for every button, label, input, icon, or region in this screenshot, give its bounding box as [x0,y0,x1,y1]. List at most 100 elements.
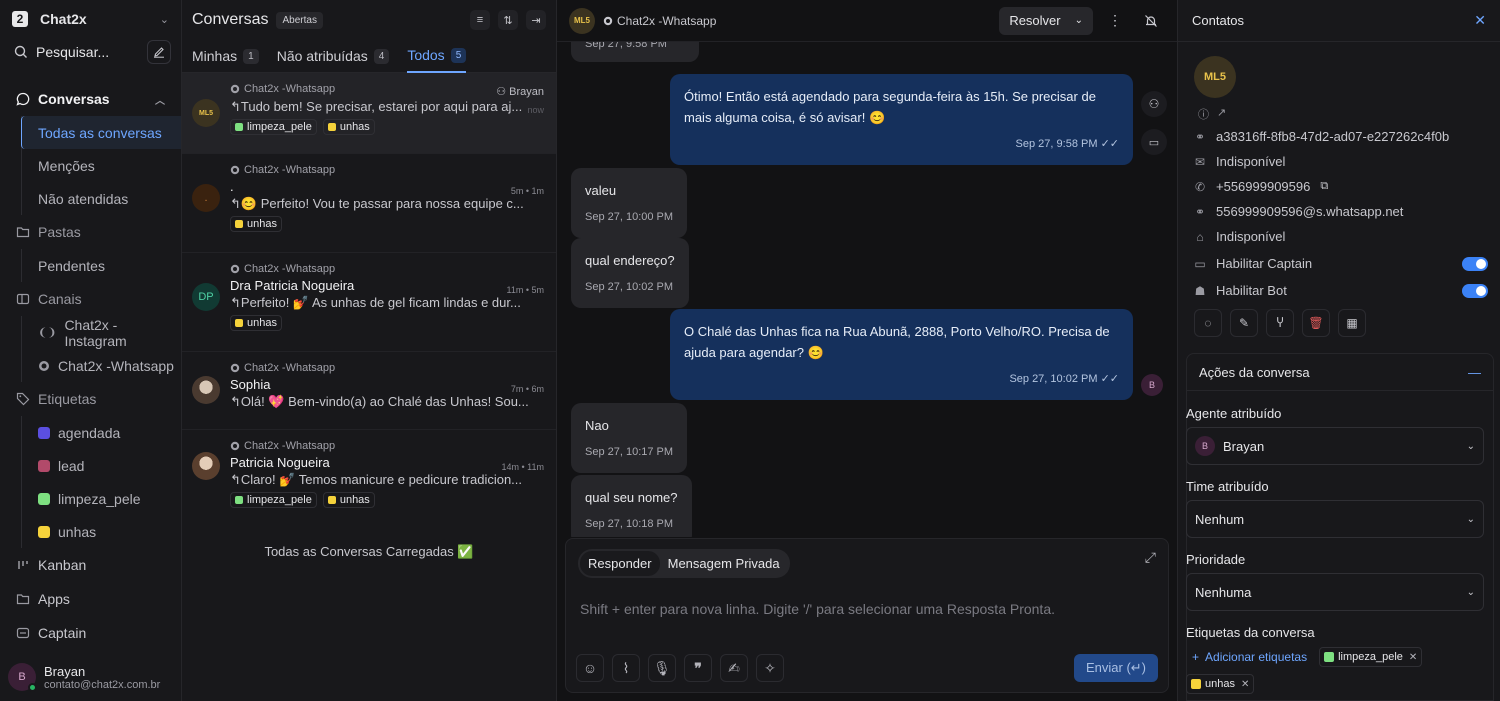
conversation-time: now [527,105,544,115]
team-select[interactable]: Nenhum ⌄ [1186,500,1484,538]
nav-label-limpeza-pele[interactable]: limpeza_pele [22,482,181,515]
nav-canais[interactable]: Canais [0,282,181,316]
nav-kanban[interactable]: Kanban [0,548,181,582]
conversation-actions-header[interactable]: Ações da conversa — [1187,354,1493,391]
contact-info-button[interactable]: ⚇ [1141,91,1167,117]
contact-name: Sophia [230,377,271,392]
nav-label-agendada[interactable]: agendada [22,416,181,449]
calendar-button[interactable]: ▦ [1338,309,1366,337]
send-button[interactable]: Enviar (↵) [1074,654,1158,682]
arrow-right-icon: ⇥ [531,14,541,27]
info-icon[interactable]: ⓘ [1198,106,1209,122]
attach-button[interactable]: ⌇ [612,654,640,682]
nav-captain[interactable]: Captain [0,616,181,650]
search-button[interactable]: Pesquisar... [10,38,141,66]
compose-button[interactable] [147,40,171,64]
label-name: agendada [58,424,121,441]
label-color-swatch [1324,652,1335,662]
copy-icon[interactable]: ⧉ [1320,180,1328,193]
chevron-down-icon[interactable]: ⌄ [1075,15,1083,26]
label-color-swatch [235,123,243,131]
avatar[interactable]: ML5 [569,7,595,34]
add-labels-button[interactable]: + Adicionar etiquetas [1186,646,1313,668]
status-badge[interactable]: Abertas [276,11,323,29]
nav-conversas[interactable]: Conversas ︿ [0,82,181,116]
nav-canal-instagram[interactable]: ❨❩ Chat2x - Instagram [22,316,181,349]
merge-contact-button[interactable]: Ⴤ [1266,309,1294,337]
label-chip: limpeza_pele ✕ [1319,647,1423,667]
contact-avatar: ML5 [1194,56,1236,98]
list-item[interactable]: Chat2x -Whatsapp Sophia 7m • 6m ↰Olá! 💖 … [182,352,556,430]
tab-nao-atribuidas[interactable]: Não atribuídas 4 [277,40,390,73]
chevron-down-icon: ⌄ [1466,586,1475,598]
tab-minhas[interactable]: Minhas 1 [192,40,259,73]
mode-private-note-button[interactable]: Mensagem Privada [660,551,788,576]
collapse-button[interactable]: ⇥ [526,10,546,30]
message-input[interactable]: Shift + enter para nova linha. Digite '/… [580,601,1055,617]
conversation-inbox: Chat2x -Whatsapp [230,263,544,275]
list-item[interactable]: ML5 Chat2x -Whatsapp ⚇ Brayan ↰Tudo bem!… [182,73,556,154]
remove-label-icon[interactable]: ✕ [1241,679,1249,690]
close-icon[interactable]: ✕ [1474,12,1486,29]
nav-etiquetas[interactable]: Etiquetas [0,382,181,416]
quote-button[interactable]: ❞ [684,654,712,682]
nav-mencoes[interactable]: Menções [22,149,181,182]
tab-label: Não atribuídas [276,48,368,64]
more-options-button[interactable]: ⋮ [1101,7,1129,35]
tag-icon [16,392,30,406]
edit-contact-button[interactable]: ✎ [1230,309,1258,337]
collapse-icon[interactable]: — [1468,365,1481,380]
delete-contact-button[interactable]: 🗑︎ [1302,309,1330,337]
kebab-icon: ⋮ [1108,12,1122,28]
trash-icon: 🗑︎ [1308,316,1324,330]
ai-assist-button[interactable]: ✧ [756,654,784,682]
remove-label-icon[interactable]: ✕ [1409,652,1417,663]
nav-apps[interactable]: Apps [0,582,181,616]
nav-label-lead[interactable]: lead [22,449,181,482]
list-item[interactable]: . Chat2x -Whatsapp . 5m • 1m ↰😊 Perfeito… [182,154,556,253]
user-profile[interactable]: B Brayan contato@chat2x.com.br [0,653,181,701]
whatsapp-icon [230,84,240,94]
priority-select[interactable]: Nenhuma ⌄ [1186,573,1484,611]
mode-reply-button[interactable]: Responder [580,551,660,576]
mute-button[interactable] [1137,7,1165,35]
contact-email-row: ✉ Indisponível [1178,149,1500,174]
notes-button[interactable]: ▭ [1141,129,1167,155]
signature-button[interactable]: ✍︎ [720,654,748,682]
inbox-name: Chat2x -Whatsapp [244,440,336,452]
online-indicator [28,683,37,692]
nav-canal-whatsapp[interactable]: Chat2x -Whatsapp [22,349,181,382]
resolve-button[interactable]: Resolver ⌄ [999,6,1093,35]
nav-conversas-label: Conversas [38,91,110,107]
captain-toggle-row: ▭ Habilitar Captain [1178,251,1500,276]
conversation-inbox: Chat2x -Whatsapp [230,164,544,176]
workspace-switcher[interactable]: 2 Chat2x ⌄ [0,0,181,38]
merge-icon: Ⴤ [1276,316,1284,330]
audio-button[interactable]: 🎙︎ [648,654,676,682]
label-name: unhas [247,218,277,230]
bot-toggle[interactable] [1462,283,1488,298]
contact-email: Indisponível [1216,154,1286,169]
nav-label-unhas[interactable]: unhas [22,515,181,548]
nav-todas-conversas[interactable]: Todas as conversas [21,116,181,149]
captain-toggle[interactable] [1462,256,1488,271]
expand-icon[interactable]: ⤢ [1145,549,1156,566]
list-item[interactable]: DP Chat2x -Whatsapp Dra Patricia Nogueir… [182,253,556,352]
list-item[interactable]: Chat2x -Whatsapp Patricia Nogueira 14m •… [182,430,556,524]
agent-select[interactable]: B Brayan ⌄ [1186,427,1484,465]
folder-icon [16,227,30,238]
emoji-button[interactable]: ☺ [576,654,604,682]
sort-button[interactable]: ⇅ [498,10,518,30]
tab-todos[interactable]: Todos 5 [407,40,467,73]
filter-button[interactable]: ≡ [470,10,490,30]
new-message-button[interactable]: ◌ [1194,309,1222,337]
nav-pastas[interactable]: Pastas [0,215,181,249]
nav-apps-label: Apps [38,591,70,607]
nav-pendentes[interactable]: Pendentes [22,249,181,282]
avatar: DP [192,283,220,311]
external-link-icon[interactable]: ↗ [1217,106,1226,122]
nav-kanban-label: Kanban [38,557,87,573]
contact-panel: Contatos ✕ ML5 ⓘ ↗ ⚭ a38316ff-8fb8-47d2-a… [1177,0,1500,701]
avatar: ML5 [192,99,220,127]
nav-nao-atendidas[interactable]: Não atendidas [22,182,181,215]
